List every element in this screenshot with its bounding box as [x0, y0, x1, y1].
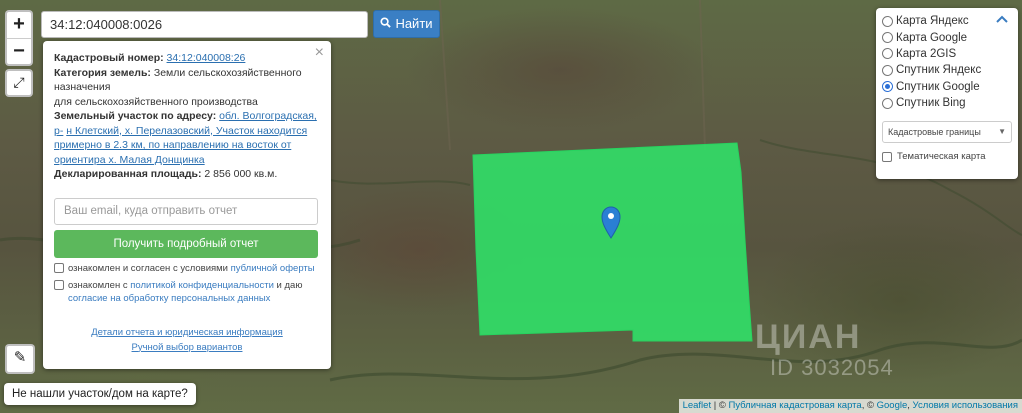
- chevron-down-icon: ▼: [998, 127, 1006, 137]
- thematic-map-checkbox[interactable]: [882, 151, 892, 162]
- consent-privacy-text: ознакомлен с: [68, 279, 131, 291]
- thematic-map-label: Тематическая карта: [897, 151, 986, 163]
- layer-radio[interactable]: [882, 32, 893, 44]
- layer-option[interactable]: Карта 2GIS: [882, 46, 1012, 62]
- layer-option-label: Карта 2GIS: [896, 47, 957, 60]
- layer-option[interactable]: Карта Яндекс: [882, 13, 1012, 29]
- ruler-icon: ✎: [13, 349, 27, 366]
- parcel-info-card: × Кадастровый номер: 34:12:040008:26 Кат…: [43, 41, 331, 369]
- category-label: Категория земель:: [54, 66, 151, 79]
- address-link[interactable]: н Клетский, х. Перелазовский, Участок на…: [54, 125, 307, 166]
- layer-radio[interactable]: [882, 15, 893, 27]
- search-icon: [380, 11, 392, 37]
- terms-link[interactable]: Условия использования: [913, 400, 1018, 411]
- category-row: Категория земель: Земли сельскохозяйстве…: [54, 66, 320, 110]
- overlay-select[interactable]: Кадастровые границы ▼: [882, 121, 1012, 144]
- consent-privacy-checkbox[interactable]: [54, 279, 64, 290]
- pkk-link[interactable]: Публичная кадастровая карта: [728, 400, 861, 411]
- google-link[interactable]: Google: [877, 400, 908, 411]
- leaflet-link[interactable]: Leaflet: [683, 400, 712, 411]
- map-attribution: Leaflet | © Публичная кадастровая карта,…: [678, 399, 1022, 413]
- area-label: Декларированная площадь:: [54, 168, 202, 180]
- layer-option[interactable]: Спутник Bing: [882, 95, 1012, 111]
- search-button[interactable]: Найти: [373, 10, 440, 38]
- address-row: Земельный участок по адресу: обл. Волгог…: [54, 109, 320, 167]
- email-field[interactable]: Ваш email, куда отправить отчет: [54, 197, 318, 225]
- personal-data-link[interactable]: согласие на обработку персональных данны…: [68, 293, 270, 304]
- consent-offer-text: ознакомлен и согласен с условиями: [68, 262, 231, 274]
- parcel-polygon: [472, 142, 753, 342]
- attrib-sep2: , ©: [861, 400, 877, 411]
- area-value: 2 856 000 кв.м.: [204, 168, 278, 180]
- chevron-up-icon[interactable]: [996, 12, 1008, 26]
- fullscreen-button[interactable]: ⤢: [5, 69, 33, 97]
- layer-option-label: Карта Google: [896, 31, 968, 44]
- layer-radio[interactable]: [882, 48, 893, 60]
- category-value-line2: для сельскохозяйственного производства: [54, 95, 258, 108]
- area-row: Декларированная площадь: 2 856 000 кв.м.: [54, 167, 320, 182]
- zoom-in-button[interactable]: +: [7, 12, 31, 38]
- not-found-button[interactable]: Не нашли участок/дом на карте?: [4, 383, 196, 405]
- layer-option-label: Карта Яндекс: [896, 15, 969, 28]
- overlay-select-value: Кадастровые границы: [888, 127, 981, 138]
- layer-radio[interactable]: [882, 81, 893, 93]
- attrib-sep1: | ©: [711, 400, 729, 411]
- thematic-map-row[interactable]: Тематическая карта: [882, 151, 1012, 162]
- search-input[interactable]: 34:12:040008:0026: [41, 11, 368, 38]
- consent-privacy-row: ознакомлен с политикой конфиденциальност…: [54, 279, 320, 305]
- privacy-policy-link[interactable]: политикой конфиденциальности: [130, 280, 274, 291]
- ruler-button[interactable]: ✎: [5, 344, 35, 374]
- consent-privacy-mid: и даю: [273, 279, 303, 291]
- layer-option[interactable]: Спутник Яндекс: [882, 62, 1012, 78]
- layer-switcher: Карта Яндекс Карта Google Карта 2GIS Спутни…: [876, 8, 1018, 179]
- consent-offer-checkbox[interactable]: [54, 262, 64, 273]
- cadastral-label: Кадастровый номер:: [54, 52, 164, 64]
- layer-option[interactable]: Спутник Google: [882, 79, 1012, 95]
- cadastral-row: Кадастровый номер: 34:12:040008:26: [54, 51, 320, 66]
- search-button-label: Найти: [395, 16, 433, 31]
- card-links: Детали отчета и юридическая информация Р…: [54, 325, 320, 355]
- layer-option-label: Спутник Bing: [896, 97, 966, 110]
- watermark-brand: ЦИАН: [755, 318, 862, 356]
- get-report-button[interactable]: Получить подробный отчет: [54, 229, 318, 258]
- consent-offer-row: ознакомлен и согласен с условиями публич…: [54, 262, 320, 275]
- zoom-out-button[interactable]: −: [7, 38, 31, 64]
- watermark-id: ID 3032054: [770, 355, 894, 380]
- layer-option-label: Спутник Google: [896, 80, 980, 93]
- report-details-link[interactable]: Детали отчета и юридическая информация: [54, 325, 320, 340]
- layer-radio[interactable]: [882, 97, 893, 109]
- layer-radio[interactable]: [882, 64, 893, 76]
- public-offer-link[interactable]: публичной оферты: [231, 263, 315, 274]
- layer-option-label: Спутник Яндекс: [896, 64, 982, 77]
- cadastral-link[interactable]: 34:12:040008:26: [167, 52, 246, 64]
- address-label: Земельный участок по адресу:: [54, 110, 217, 122]
- expand-icon: ⤢: [13, 74, 25, 90]
- zoom-control: + −: [5, 10, 33, 66]
- layer-option[interactable]: Карта Google: [882, 29, 1012, 45]
- layer-options: Карта Яндекс Карта Google Карта 2GIS Спутни…: [882, 13, 1012, 111]
- close-icon[interactable]: ×: [315, 45, 324, 61]
- manual-selection-link[interactable]: Ручной выбор вариантов: [54, 340, 320, 355]
